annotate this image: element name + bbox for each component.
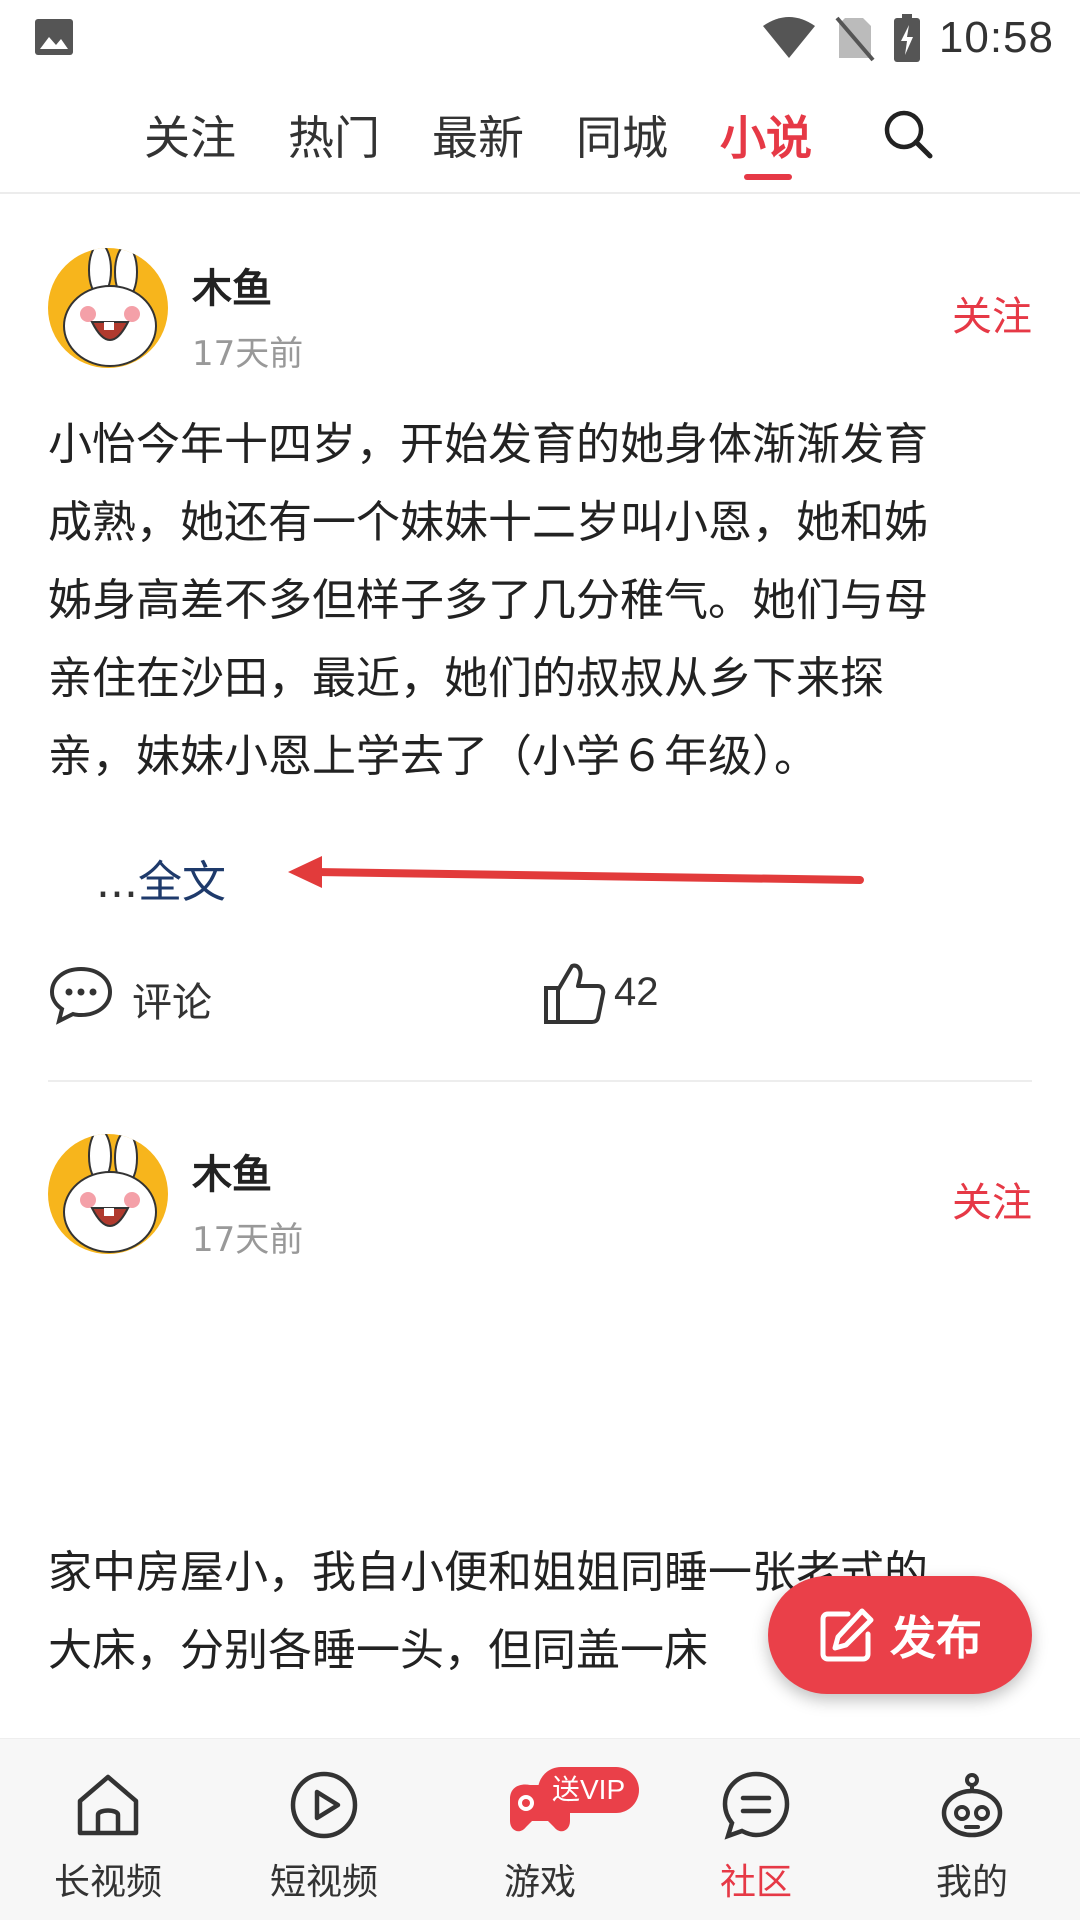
chat-bubble-icon: [722, 1771, 790, 1840]
nav-label: 短视频: [269, 1862, 378, 1903]
clock: 10:58: [938, 13, 1054, 62]
bunny-avatar-icon: [48, 1134, 168, 1254]
read-full-text-link[interactable]: ...全文: [48, 846, 226, 910]
nav-long-video[interactable]: 长视频: [0, 1739, 216, 1920]
bunny-avatar-icon: [48, 248, 168, 368]
content-line: 小怡今年十四岁，开始发育的她身体渐渐发育: [48, 419, 928, 470]
full-text-label: 全文: [137, 857, 226, 908]
battery-charging-icon: [893, 14, 920, 62]
search-icon[interactable]: [880, 106, 936, 162]
nav-label: 社区: [719, 1862, 792, 1903]
content-line: 成熟，她还有一个妹妹十二岁叫小恩，她和姊: [48, 497, 928, 548]
wifi-icon: [762, 17, 815, 58]
thumbs-up-icon[interactable]: [542, 960, 606, 1026]
publish-label: 发布: [890, 1611, 982, 1665]
comment-icon[interactable]: [48, 964, 114, 1026]
author-name[interactable]: 木鱼: [192, 256, 272, 314]
post-actions: 评论 42: [48, 960, 1032, 1032]
bottom-nav: 长视频 短视频 送VIP 游戏 社区 我的: [0, 1738, 1080, 1920]
active-tab-indicator: [744, 174, 792, 180]
tab-hot[interactable]: 热门: [288, 102, 380, 168]
tab-novel[interactable]: 小说: [720, 102, 812, 168]
post-divider: [48, 1080, 1032, 1082]
nav-mine[interactable]: 我的: [864, 1739, 1080, 1920]
play-circle-icon: [290, 1771, 358, 1839]
nav-label: 游戏: [503, 1862, 576, 1903]
tab-bar-divider: [0, 192, 1080, 194]
image-icon: [35, 19, 73, 55]
post-card: 木鱼 17天前 关注 小怡今年十四岁，开始发育的她身体渐渐发育 成熟，她还有一个…: [48, 248, 1032, 848]
tab-latest[interactable]: 最新: [432, 102, 524, 168]
tab-follow[interactable]: 关注: [144, 102, 236, 168]
edit-icon: [820, 1608, 874, 1662]
vip-badge: 送VIP: [538, 1767, 640, 1813]
tab-same-city[interactable]: 同城: [576, 102, 668, 168]
like-count: 42: [614, 970, 659, 1014]
nav-community[interactable]: 社区: [648, 1739, 864, 1920]
avatar[interactable]: [48, 1134, 168, 1254]
avatar[interactable]: [48, 248, 168, 368]
red-arrow-annotation: [288, 856, 864, 888]
author-name[interactable]: 木鱼: [192, 1142, 272, 1200]
nav-label: 长视频: [53, 1862, 162, 1903]
post-content[interactable]: 小怡今年十四岁，开始发育的她身体渐渐发育 成熟，她还有一个妹妹十二岁叫小恩，她和…: [48, 406, 1032, 796]
content-line: 亲住在沙田，最近，她们的叔叔从乡下来探: [48, 653, 884, 704]
comment-button[interactable]: 评论: [132, 970, 212, 1028]
top-tab-bar: 关注 热门 最新 同城 小说: [0, 90, 1080, 190]
post-time: 17天前: [192, 1220, 304, 1260]
nav-short-video[interactable]: 短视频: [216, 1739, 432, 1920]
content-line: 亲，妹妹小恩上学去了（小学６年级）。: [48, 731, 818, 782]
follow-button[interactable]: 关注: [952, 284, 1032, 342]
content-line: 姊身高差不多但样子多了几分稚气。她们与母: [48, 575, 928, 626]
post-time: 17天前: [192, 334, 304, 374]
home-icon: [77, 1774, 139, 1836]
ellipsis: ...: [96, 857, 138, 908]
no-sim-icon: [835, 16, 875, 62]
robot-face-icon: [941, 1773, 1003, 1838]
follow-button[interactable]: 关注: [952, 1170, 1032, 1228]
status-bar: 10:58: [0, 0, 1080, 78]
nav-games[interactable]: 送VIP 游戏: [432, 1739, 648, 1920]
nav-label: 我的: [935, 1862, 1008, 1903]
publish-button[interactable]: 发布: [768, 1576, 1032, 1694]
